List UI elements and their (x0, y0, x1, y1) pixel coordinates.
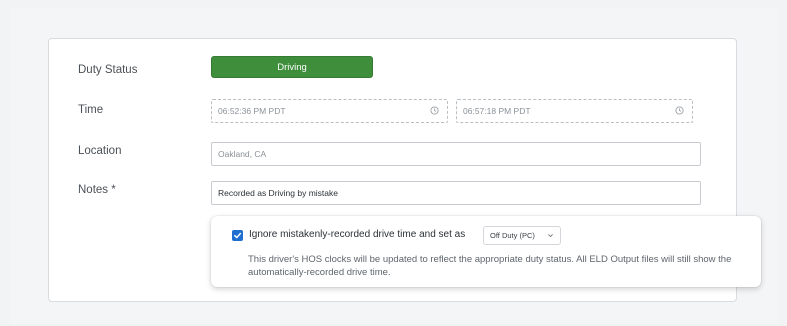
ignore-drive-time-popover: Ignore mistakenly-recorded drive time an… (211, 216, 761, 287)
ignore-drive-time-description: This driver's HOS clocks will be updated… (248, 254, 732, 278)
ignore-drive-time-label[interactable]: Ignore mistakenly-recorded drive time an… (249, 229, 465, 240)
duty-status-badge[interactable]: Driving (211, 56, 373, 78)
location-label: Location (78, 145, 122, 157)
notes-label: Notes * (78, 184, 116, 196)
start-time-value: 06:52:36 PM PDT (218, 106, 286, 116)
time-label: Time (78, 104, 104, 116)
duty-status-select-value: Off Duty (PC) (490, 231, 535, 240)
clock-icon (430, 106, 439, 115)
location-field[interactable]: Oakland, CA (211, 142, 701, 166)
notes-field[interactable]: Recorded as Driving by mistake (211, 181, 701, 205)
location-value: Oakland, CA (218, 149, 267, 159)
end-time-value: 06:57:18 PM PDT (463, 106, 531, 116)
clock-icon (675, 106, 684, 115)
start-time-field[interactable]: 06:52:36 PM PDT (211, 99, 448, 123)
ignore-drive-time-checkbox[interactable] (232, 230, 243, 241)
notes-value: Recorded as Driving by mistake (218, 188, 338, 198)
duty-status-select[interactable]: Off Duty (PC) (483, 226, 561, 245)
chevron-down-icon (548, 234, 553, 238)
duty-status-value: Driving (277, 61, 307, 73)
duty-status-label: Duty Status (78, 64, 138, 76)
end-time-field[interactable]: 06:57:18 PM PDT (456, 99, 693, 123)
checkmark-icon (234, 232, 242, 239)
